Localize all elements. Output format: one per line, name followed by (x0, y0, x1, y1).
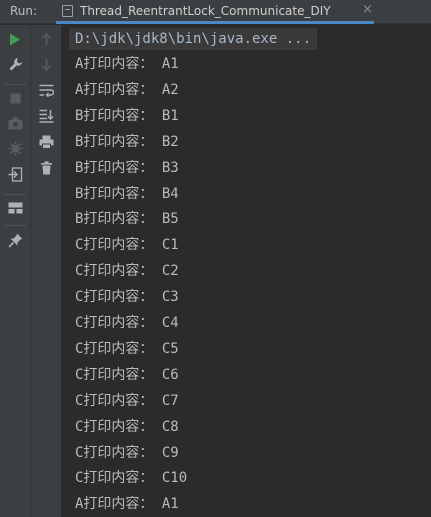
toolbar-separator (4, 84, 26, 85)
tab-run-configuration[interactable]: Thread_ReentrantLock_Communicate_DIY × (56, 0, 374, 24)
console-line: B打印内容： B3 (75, 159, 179, 176)
layout-icon[interactable] (6, 199, 24, 217)
console-line: C打印内容： C1 (75, 237, 179, 254)
up-arrow-icon[interactable] (37, 30, 55, 48)
console-line: C打印内容： C8 (75, 418, 179, 435)
console-output[interactable]: D:\jdk\jdk8\bin\java.exe ... A打印内容： A1 A打… (62, 25, 431, 517)
console-line: B打印内容： B4 (75, 185, 179, 202)
debug-icon[interactable] (6, 139, 24, 157)
console-line: A打印内容： A1 (75, 496, 179, 513)
print-icon[interactable] (37, 133, 55, 151)
pin-icon[interactable] (6, 231, 24, 249)
console-line: B打印内容： B2 (75, 133, 179, 150)
scroll-to-end-icon[interactable] (37, 107, 55, 125)
exit-icon[interactable] (6, 165, 24, 183)
console-line: B打印内容： B5 (75, 211, 179, 228)
trash-icon[interactable] (37, 159, 55, 177)
run-label: Run: (10, 4, 38, 18)
console-line: C打印内容： C9 (75, 444, 179, 461)
console-line: C打印内容： C10 (75, 470, 188, 487)
console-line: C打印内容： C7 (75, 392, 179, 409)
console-line: C打印内容： C5 (75, 340, 179, 357)
console-line: A打印内容： A1 (75, 56, 179, 72)
run-tab-bar: Run: Thread_ReentrantLock_Communicate_DI… (0, 0, 431, 24)
camera-icon[interactable] (6, 114, 24, 132)
run-toolbar-secondary (31, 25, 62, 517)
toolbar-separator (4, 194, 26, 195)
stop-icon[interactable] (6, 89, 24, 107)
run-toolbar-primary (0, 25, 31, 517)
soft-wrap-icon[interactable] (37, 81, 55, 99)
console-line: B打印内容： B1 (75, 107, 179, 124)
active-tab-indicator (56, 21, 374, 24)
console-line: C打印内容： C6 (75, 366, 179, 383)
command-line[interactable]: D:\jdk\jdk8\bin\java.exe ... (69, 28, 318, 50)
run-icon[interactable] (6, 30, 24, 48)
wrench-icon[interactable] (6, 55, 24, 73)
console-line: C打印内容： C4 (75, 315, 179, 331)
console-line: C打印内容： C2 (75, 263, 179, 280)
console-line: C打印内容： C3 (75, 289, 179, 306)
console-icon (62, 5, 73, 17)
console-line: A打印内容： A2 (75, 81, 179, 98)
down-arrow-icon[interactable] (37, 55, 55, 73)
close-icon[interactable]: × (362, 2, 373, 17)
tab-title: Thread_ReentrantLock_Communicate_DIY (80, 4, 331, 18)
toolbar-separator (4, 225, 26, 226)
